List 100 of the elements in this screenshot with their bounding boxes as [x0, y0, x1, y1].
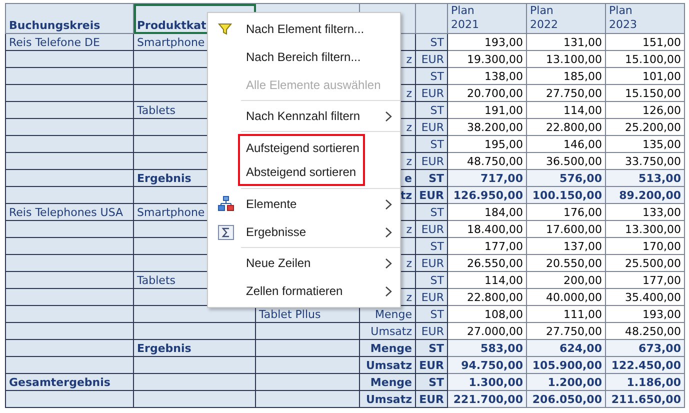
value-cell: 135,00: [606, 136, 684, 152]
value-cell: 15.100,00: [606, 50, 684, 68]
value-cell: 1.300,00: [448, 374, 526, 390]
measure-label: z: [406, 256, 412, 270]
category-label: Ergebnis: [137, 342, 192, 354]
measure-label: Menge: [370, 376, 412, 388]
value-cell: 126,00: [606, 102, 684, 118]
value-cell: 177,00: [448, 238, 526, 254]
value-cell: 122.450,00: [606, 356, 684, 374]
measure-label: Menge: [370, 342, 412, 354]
value-cell: 25.200,00: [606, 118, 684, 136]
value-cell: 13.100,00: [526, 50, 606, 68]
value-cell: 18.400,00: [448, 220, 526, 238]
value-cell: 513,00: [606, 170, 684, 186]
value-cell: 185,00: [526, 68, 606, 84]
value-cell: 176,00: [526, 204, 606, 220]
value-cell: 193,00: [606, 306, 684, 322]
value-cell: 27.000,00: [448, 322, 526, 340]
menu-item[interactable]: Zellen formatieren: [208, 277, 400, 305]
measure-label: e: [404, 172, 412, 184]
measure-label: z: [406, 154, 412, 168]
unit-label: EUR: [419, 358, 444, 372]
menu-item[interactable]: Ergebnisse: [208, 218, 400, 246]
column-header[interactable]: Plan 2022: [526, 4, 606, 34]
unit-label: ST: [428, 376, 444, 388]
value-cell: 170,00: [606, 238, 684, 254]
value-cell: 101,00: [606, 68, 684, 84]
filter-icon: [218, 22, 232, 36]
chevron-icon: [385, 110, 392, 122]
menu-item[interactable]: Aufsteigend sortieren: [240, 136, 360, 160]
unit-label: ST: [430, 274, 444, 286]
value-cell: 126.950,00: [448, 186, 526, 204]
menu-item[interactable]: Nach Bereich filtern...: [208, 43, 400, 71]
value-cell: 105.900,00: [526, 356, 606, 374]
company-label: Gesamtergebnis: [9, 376, 110, 388]
value-cell: 138,00: [448, 68, 526, 84]
measure-label: z: [406, 222, 412, 236]
value-cell: 576,00: [526, 170, 606, 186]
value-cell: 133,00: [606, 204, 684, 220]
chevron-icon: [385, 226, 392, 238]
value-cell: 221.700,00: [448, 390, 526, 408]
value-cell: 111,00: [526, 306, 606, 322]
value-cell: 27.750,00: [526, 322, 606, 340]
value-cell: 717,00: [448, 170, 526, 186]
value-cell: 100.150,00: [526, 186, 606, 204]
chevron-icon: [385, 258, 392, 268]
unit-label: ST: [430, 308, 444, 320]
unit-label: ST: [430, 70, 444, 82]
unit-label: EUR: [421, 154, 444, 168]
column-header[interactable]: Plan 2021: [448, 4, 526, 34]
column-header[interactable]: Plan 2023: [606, 4, 684, 34]
value-cell: 19.300,00: [448, 50, 526, 68]
unit-label: ST: [430, 104, 444, 116]
unit-label: ST: [430, 206, 444, 218]
value-cell: 624,00: [526, 340, 606, 356]
value-cell: 22.800,00: [526, 118, 606, 136]
unit-label: EUR: [421, 222, 444, 236]
value-cell: 146,00: [526, 136, 606, 152]
unit-label: EUR: [421, 120, 444, 134]
unit-label: ST: [430, 240, 444, 252]
value-cell: 25.500,00: [606, 254, 684, 272]
value-cell: 36.500,00: [526, 152, 606, 170]
unit-label: ST: [428, 342, 444, 354]
menu-item[interactable]: Neue Zeilen: [208, 249, 400, 277]
measure-label: z: [406, 120, 412, 134]
unit-label: EUR: [421, 290, 444, 304]
menu-item[interactable]: Elemente: [208, 190, 400, 218]
unit-label: EUR: [421, 52, 444, 66]
value-cell: 48.250,00: [606, 322, 684, 340]
menu-item[interactable]: Absteigend sortieren: [240, 160, 360, 184]
value-cell: 193,00: [448, 34, 526, 50]
value-cell: 108,00: [448, 306, 526, 322]
unit-label: ST: [430, 36, 444, 48]
chevron-icon: [385, 198, 392, 210]
value-cell: 195,00: [448, 136, 526, 152]
category-label: Tablets: [137, 104, 176, 116]
value-cell: 89.200,00: [606, 186, 684, 204]
category-label: Ergebnis: [137, 172, 192, 184]
measure-label: Menge: [375, 308, 412, 320]
company-label: Reis Telephones USA: [9, 206, 124, 218]
column-header[interactable]: Buchungskreis: [6, 4, 134, 34]
value-cell: 206.050,00: [526, 390, 606, 408]
measure-label: Umsatz: [366, 358, 412, 372]
value-cell: 27.750,00: [526, 84, 606, 102]
menu-item[interactable]: Nach Kennzahl filtern: [208, 102, 400, 130]
value-cell: 13.300,00: [606, 220, 684, 238]
company-label: Reis Telefone DE: [9, 36, 100, 48]
hierarchy-icon: [218, 196, 234, 212]
category-label: Tablets: [137, 274, 176, 286]
value-cell: 184,00: [448, 204, 526, 220]
unit-label: ST: [430, 138, 444, 150]
value-cell: 151,00: [606, 34, 684, 50]
value-cell: 1.200,00: [526, 374, 606, 390]
value-cell: 48.750,00: [448, 152, 526, 170]
unit-label: EUR: [419, 392, 444, 406]
measure-label: z: [406, 290, 412, 304]
value-cell: 20.700,00: [448, 84, 526, 102]
value-cell: 583,00: [448, 340, 526, 356]
value-cell: 1.186,00: [606, 374, 684, 390]
measure-label: z: [406, 52, 412, 66]
